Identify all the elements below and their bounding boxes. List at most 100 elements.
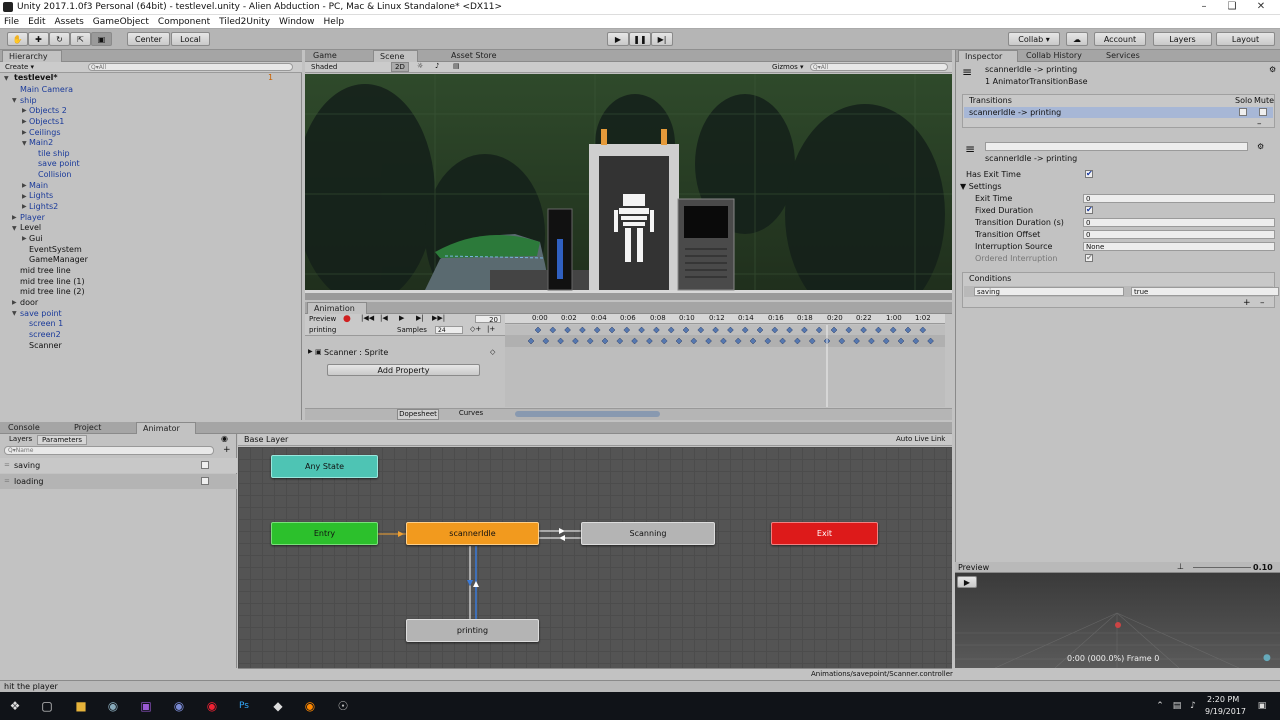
- recorder-icon[interactable]: ◉: [205, 699, 219, 713]
- property-row[interactable]: ▶ ▣ Scanner : Sprite ◇: [305, 346, 505, 360]
- menu-tiled2unity[interactable]: Tiled2Unity: [219, 17, 270, 27]
- exit-node[interactable]: Exit: [771, 522, 878, 545]
- hierarchy-search[interactable]: Q▾All: [88, 63, 293, 71]
- hierarchy-item[interactable]: Ceilings: [29, 128, 61, 137]
- transition-offset-field[interactable]: 0: [1083, 230, 1275, 239]
- hierarchy-item[interactable]: Objects1: [29, 117, 64, 126]
- app-icon[interactable]: ☉: [336, 699, 350, 713]
- collapse-arrow-icon[interactable]: ▶: [22, 118, 27, 125]
- step-icon[interactable]: ▶|: [651, 32, 673, 46]
- hierarchy-item[interactable]: EventSystem: [29, 245, 82, 254]
- tab-project[interactable]: Project: [68, 422, 123, 434]
- first-key-icon[interactable]: |◀◀: [361, 314, 374, 322]
- key-diamond-icon[interactable]: ◇: [490, 348, 495, 356]
- preview-play-icon[interactable]: ▶: [957, 576, 977, 588]
- audio-toggle-icon[interactable]: ♪: [435, 62, 439, 70]
- exit-time-field[interactable]: 0: [1083, 194, 1275, 203]
- timeline-scrollbar[interactable]: [515, 411, 660, 417]
- eye-icon[interactable]: ◉: [221, 434, 228, 443]
- hierarchy-item[interactable]: Level: [20, 223, 41, 232]
- interruption-source-dropdown[interactable]: None: [1083, 242, 1275, 251]
- minimize-icon[interactable]: –: [1197, 1, 1211, 12]
- collapse-arrow-icon[interactable]: ▶: [22, 193, 27, 200]
- curves-tab[interactable]: Curves: [450, 409, 492, 420]
- hierarchy-item[interactable]: Main Camera: [20, 85, 73, 94]
- add-keyframe-icon[interactable]: ◇+: [470, 325, 481, 333]
- remove-condition-icon[interactable]: –: [1260, 298, 1265, 308]
- collapse-arrow-icon[interactable]: ▶: [22, 129, 27, 136]
- collapse-arrow-icon[interactable]: ▶: [22, 235, 27, 242]
- pivot-center-button[interactable]: Center: [127, 32, 170, 46]
- expand-arrow-icon[interactable]: ▼: [12, 97, 17, 104]
- menu-window[interactable]: Window: [279, 17, 315, 27]
- prev-key-icon[interactable]: |◀: [380, 314, 388, 322]
- hierarchy-item[interactable]: Main: [29, 181, 48, 190]
- tab-asset-store[interactable]: Asset Store: [445, 50, 515, 62]
- play-icon[interactable]: ▶: [399, 314, 404, 322]
- parameters-tab[interactable]: Parameters: [37, 435, 88, 445]
- dopesheet-area[interactable]: [505, 325, 945, 407]
- parameter-row[interactable]: = saving: [0, 458, 237, 473]
- tab-scene[interactable]: Scene: [373, 50, 418, 62]
- scale-tool-icon[interactable]: ⇱: [70, 32, 91, 46]
- menu-edit[interactable]: Edit: [28, 17, 45, 27]
- firefox-icon[interactable]: ◉: [303, 699, 317, 713]
- condition-value-dropdown[interactable]: true: [1131, 287, 1279, 296]
- windows-start-icon[interactable]: ❖: [8, 699, 22, 713]
- remove-transition-icon[interactable]: –: [1257, 119, 1262, 129]
- hierarchy-item[interactable]: save point: [20, 309, 62, 318]
- parameter-checkbox[interactable]: [201, 461, 209, 469]
- tab-inspector[interactable]: Inspector: [958, 50, 1018, 62]
- maximize-icon[interactable]: ❑: [1225, 1, 1239, 12]
- steam-icon[interactable]: ◉: [106, 699, 120, 713]
- menu-file[interactable]: File: [4, 17, 19, 27]
- hierarchy-item[interactable]: ship: [20, 96, 37, 105]
- next-key-icon[interactable]: ▶|: [416, 314, 424, 322]
- pause-icon[interactable]: ❚❚: [629, 32, 651, 46]
- hierarchy-item[interactable]: save point: [38, 159, 80, 168]
- layers-tab[interactable]: Layers: [4, 435, 37, 443]
- scene-viewport[interactable]: [305, 74, 952, 300]
- hand-tool-icon[interactable]: ✋: [7, 32, 28, 46]
- condition-row[interactable]: saving true: [964, 286, 1279, 297]
- printing-node[interactable]: printing: [406, 619, 539, 642]
- hierarchy-item[interactable]: door: [20, 298, 38, 307]
- menu-gameobject[interactable]: GameObject: [93, 17, 149, 27]
- parameters-search[interactable]: Q▾Name: [4, 446, 214, 455]
- account-dropdown[interactable]: Account: [1094, 32, 1146, 46]
- transition-duration-field[interactable]: 0: [1083, 218, 1275, 227]
- layers-dropdown[interactable]: Layers: [1153, 32, 1212, 46]
- create-dropdown[interactable]: Create ▾: [5, 63, 34, 71]
- hierarchy-item[interactable]: Scanner: [29, 341, 62, 350]
- has-exit-time-checkbox[interactable]: ✔: [1085, 170, 1093, 178]
- discord-icon[interactable]: ◉: [172, 699, 186, 713]
- notifications-icon[interactable]: ▣: [1255, 699, 1269, 713]
- tab-animation[interactable]: Animation: [307, 302, 367, 314]
- speed-slider[interactable]: [1193, 567, 1251, 568]
- tab-hierarchy[interactable]: Hierarchy: [2, 50, 62, 62]
- rotate-tool-icon[interactable]: ↻: [49, 32, 70, 46]
- record-icon[interactable]: ●: [343, 314, 351, 324]
- expand-arrow-icon[interactable]: ▼: [22, 140, 27, 147]
- settings-foldout[interactable]: ▼ Settings: [960, 182, 1002, 191]
- settings-gear-icon[interactable]: ⚙: [1269, 65, 1276, 74]
- expand-arrow-icon[interactable]: ▼: [4, 75, 9, 82]
- gizmos-dropdown[interactable]: Gizmos ▾: [772, 63, 804, 71]
- drag-handle-icon[interactable]: =: [4, 461, 10, 469]
- unity-icon[interactable]: ◆: [271, 699, 285, 713]
- menu-help[interactable]: Help: [324, 17, 345, 27]
- tab-collab-history[interactable]: Collab History: [1020, 50, 1100, 62]
- clock-time[interactable]: 2:20 PM: [1207, 695, 1239, 704]
- tray-chevron-icon[interactable]: ⌃: [1153, 699, 1167, 713]
- collapse-arrow-icon[interactable]: ▶: [22, 107, 27, 114]
- parameter-row[interactable]: = loading: [0, 474, 237, 489]
- add-parameter-icon[interactable]: +: [223, 445, 231, 455]
- settings-gear-icon[interactable]: ⚙: [1257, 142, 1264, 151]
- file-explorer-icon[interactable]: ■: [74, 699, 88, 713]
- last-key-icon[interactable]: ▶▶|: [432, 314, 445, 322]
- hierarchy-item[interactable]: Lights2: [29, 202, 58, 211]
- collab-button[interactable]: Collab ▾: [1008, 32, 1060, 46]
- effects-toggle-icon[interactable]: ▤: [453, 62, 460, 70]
- state-machine-graph[interactable]: Any State Entry scannerIdle Scanning Exi…: [238, 447, 952, 668]
- network-icon[interactable]: ▤: [1170, 699, 1184, 713]
